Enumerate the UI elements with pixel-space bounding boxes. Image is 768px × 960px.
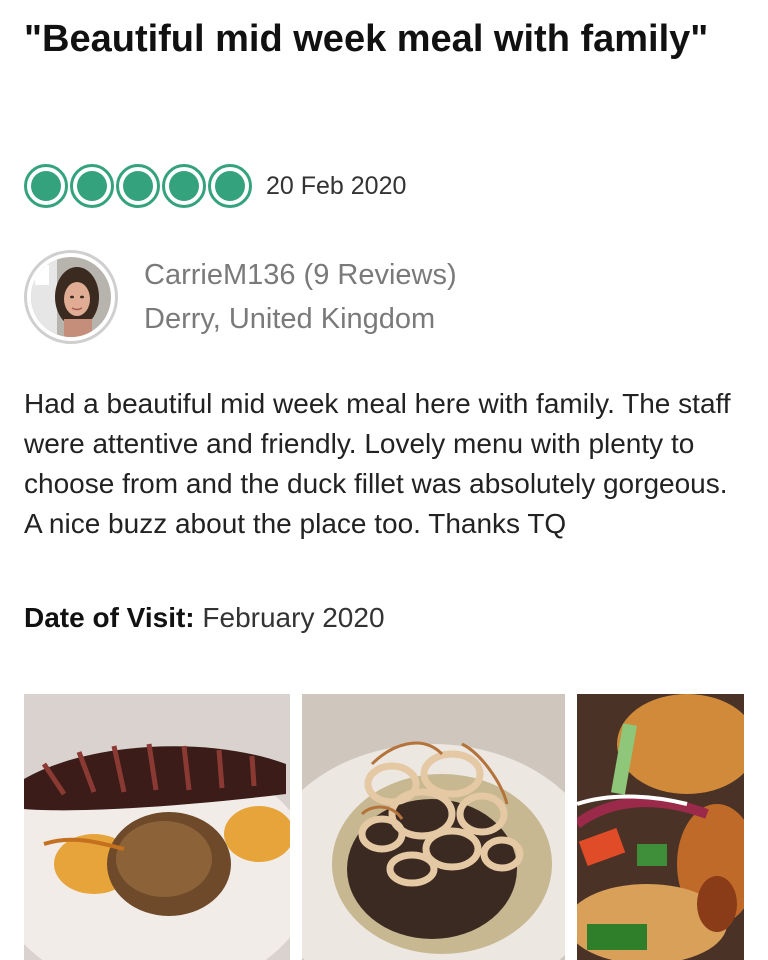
salad-image-icon bbox=[577, 694, 744, 960]
date-of-visit-label: Date of Visit: bbox=[24, 602, 195, 633]
review-date: 20 Feb 2020 bbox=[266, 171, 407, 200]
duck-fillet-photo[interactable] bbox=[24, 694, 290, 960]
review-title: "Beautiful mid week meal with family" bbox=[24, 18, 709, 60]
rating-bubble-icon bbox=[70, 164, 114, 208]
review-body: Had a beautiful mid week meal here with … bbox=[24, 388, 731, 539]
reviewer-block[interactable]: CarrieM136 (9 Reviews) Derry, United Kin… bbox=[24, 250, 457, 344]
avatar-photo-icon bbox=[31, 257, 111, 337]
salad-photo[interactable] bbox=[577, 694, 744, 960]
rating-bubble-icon bbox=[162, 164, 206, 208]
steak-onion-photo[interactable] bbox=[302, 694, 565, 960]
rating-bubble-icon bbox=[208, 164, 252, 208]
review-photos bbox=[24, 694, 744, 960]
steak-onion-image-icon bbox=[302, 694, 565, 960]
rating-row: 20 Feb 2020 bbox=[24, 162, 406, 210]
date-of-visit: Date of Visit: February 2020 bbox=[24, 602, 385, 634]
rating-bubble-icon bbox=[116, 164, 160, 208]
reviewer-info: CarrieM136 (9 Reviews) Derry, United Kin… bbox=[144, 253, 457, 341]
avatar[interactable] bbox=[24, 250, 118, 344]
duck-fillet-image-icon bbox=[24, 694, 290, 960]
rating-bubble-icon bbox=[24, 164, 68, 208]
reviewer-name[interactable]: CarrieM136 (9 Reviews) bbox=[144, 253, 457, 297]
date-of-visit-value: February 2020 bbox=[202, 602, 385, 633]
rating-bubbles bbox=[24, 164, 252, 208]
reviewer-location: Derry, United Kingdom bbox=[144, 303, 436, 335]
